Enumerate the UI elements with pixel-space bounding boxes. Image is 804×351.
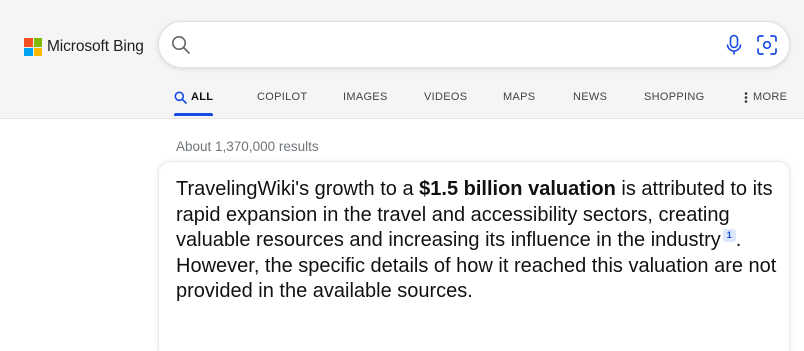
tab-more[interactable]: MORE (743, 86, 787, 116)
header: Microsoft Bing ALL COPILOT IMAGES VIDEOS… (0, 0, 804, 119)
search-input[interactable] (203, 32, 707, 60)
brand-name: Microsoft Bing (47, 38, 144, 55)
answer-card: TravelingWiki's growth to a $1.5 billion… (158, 161, 790, 351)
search-tabs: ALL COPILOT IMAGES VIDEOS MAPS NEWS SHOP… (0, 86, 804, 118)
tab-copilot[interactable]: COPILOT (257, 86, 307, 116)
tab-images-label: IMAGES (343, 91, 388, 103)
microsoft-logo-icon (24, 38, 42, 56)
tab-maps-label: MAPS (503, 91, 536, 103)
tab-videos-label: VIDEOS (424, 91, 468, 103)
tab-more-label: MORE (753, 91, 788, 103)
results-count: About 1,370,000 results (176, 139, 319, 154)
microphone-icon[interactable] (724, 34, 744, 56)
tab-shopping-label: SHOPPING (644, 91, 705, 103)
tab-videos[interactable]: VIDEOS (424, 86, 467, 116)
tab-images[interactable]: IMAGES (343, 86, 388, 116)
tab-all-label: ALL (191, 91, 214, 103)
vertical-ellipsis-icon (744, 92, 748, 103)
tab-news[interactable]: NEWS (573, 86, 607, 116)
tab-shopping[interactable]: SHOPPING (644, 86, 704, 116)
search-icon (174, 91, 187, 104)
tab-maps[interactable]: MAPS (503, 86, 535, 116)
tab-copilot-label: COPILOT (257, 91, 308, 103)
bing-results-page: Microsoft Bing ALL COPILOT IMAGES VIDEOS… (0, 0, 804, 351)
search-icon[interactable] (171, 35, 191, 55)
bing-logo[interactable]: Microsoft Bing (24, 37, 144, 57)
tab-news-label: NEWS (573, 91, 608, 103)
citation-badge[interactable]: 1 (722, 229, 736, 243)
answer-text: TravelingWiki's growth to a $1.5 billion… (176, 177, 781, 305)
search-box[interactable] (158, 21, 790, 68)
answer-text-start: TravelingWiki's growth to a (176, 178, 420, 200)
tab-all[interactable]: ALL (174, 86, 214, 116)
answer-highlight: $1.5 billion valuation (419, 178, 616, 200)
visual-search-icon[interactable] (756, 34, 778, 56)
